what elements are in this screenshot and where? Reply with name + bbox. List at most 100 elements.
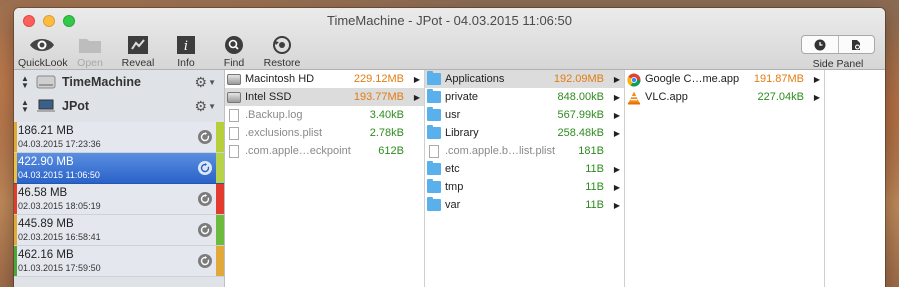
open-label: Open: [77, 57, 103, 69]
disclosure-arrow-icon: ▶: [613, 200, 620, 210]
item-size: 193.77MB: [353, 91, 404, 103]
snapshot-left-indicator: [14, 215, 17, 245]
snapshot-date: 04.03.2015 17:23:36: [18, 139, 101, 149]
snapshot-item[interactable]: 462.16 MB 01.03.2015 17:59:50: [14, 246, 224, 277]
folder-row[interactable]: Google C…me.app 191.87MB ▶: [625, 70, 824, 88]
folder-row[interactable]: Applications 192.09MB ▶: [425, 70, 624, 88]
volume-row-jpot[interactable]: ▲ ▼ JPot ⚙ ▼: [14, 94, 224, 118]
volume-settings-button[interactable]: ⚙ ▼: [195, 98, 216, 115]
item-name: VLC.app: [645, 91, 688, 103]
volume-settings-button[interactable]: ⚙ ▼: [195, 74, 216, 91]
folder-row[interactable]: Library 258.48kB ▶: [425, 124, 624, 142]
restore-snapshot-icon[interactable]: [198, 223, 212, 237]
volume-name: TimeMachine: [62, 75, 141, 89]
item-name: tmp: [445, 181, 464, 193]
finder-icon: [114, 34, 162, 56]
file-icon: [429, 144, 439, 158]
side-panel-history-segment[interactable]: [802, 36, 838, 53]
snapshot-item[interactable]: 445.89 MB 02.03.2015 16:58:41: [14, 215, 224, 246]
volume-row-timemachine[interactable]: ▲ ▼ TimeMachine ⚙ ▼: [14, 70, 224, 94]
laptop-icon: [36, 98, 56, 114]
snapshot-size-bar: [216, 153, 224, 183]
volume-name: JPot: [62, 99, 90, 113]
restore-snapshot-icon[interactable]: [198, 192, 212, 206]
browser-column-1: Macintosh HD 229.12MB ▶ Intel SSD 193.77MB ▶.…: [225, 70, 425, 287]
gear-icon: ⚙: [194, 98, 208, 114]
folder-row[interactable]: private 848.00kB ▶: [425, 88, 624, 106]
browser-content: ▲ ▼ TimeMachine ⚙ ▼ ▲ ▼ JPot ⚙ ▼ 186.21 …: [14, 70, 885, 287]
quicklook-label: QuickLook: [18, 57, 68, 69]
reveal-button[interactable]: Reveal: [114, 34, 162, 69]
item-size: 11B: [585, 199, 604, 211]
item-size: 227.04kB: [757, 91, 804, 103]
snapshot-size-bar: [216, 246, 224, 276]
browser-column-3: Google C…me.app 191.87MB ▶ VLC.app 227.04kB ▶: [625, 70, 825, 287]
disclosure-arrow-icon: ▶: [813, 92, 820, 102]
find-label: Find: [223, 57, 245, 69]
updown-icon[interactable]: ▲ ▼: [20, 75, 30, 90]
info-label: Info: [177, 57, 195, 69]
disclosure-arrow-icon: ▶: [613, 110, 620, 120]
snapshot-date: 02.03.2015 16:58:41: [18, 232, 101, 242]
item-name: .Backup.log: [245, 109, 303, 121]
folder-icon: [427, 161, 441, 175]
item-name: Intel SSD: [245, 91, 292, 103]
file-row[interactable]: .exclusions.plist 2.78kB: [225, 124, 424, 142]
info-button[interactable]: i Info: [162, 34, 210, 69]
restore-snapshot-icon[interactable]: [198, 254, 212, 268]
disclosure-arrow-icon: ▶: [413, 74, 420, 84]
file-row[interactable]: .Backup.log 3.40kB: [225, 106, 424, 124]
folder-row[interactable]: var 11B ▶: [425, 196, 624, 214]
disk-icon: [227, 91, 241, 103]
file-row[interactable]: .com.apple…eckpoint 612B: [225, 142, 424, 160]
restore-snapshot-icon[interactable]: [198, 130, 212, 144]
folder-icon: [427, 179, 441, 193]
item-name: Macintosh HD: [245, 73, 315, 85]
open-button[interactable]: Open: [66, 34, 114, 69]
item-name: var: [445, 199, 461, 211]
chrome-icon: [627, 73, 641, 87]
file-row[interactable]: .com.apple.b…list.plist 181B: [425, 142, 624, 160]
updown-icon[interactable]: ▲ ▼: [20, 99, 30, 114]
disk-icon: [227, 73, 241, 85]
folder-row[interactable]: usr 567.99kB ▶: [425, 106, 624, 124]
item-size: 192.09MB: [553, 73, 604, 85]
vlc-icon: [627, 91, 641, 105]
folder-row[interactable]: VLC.app 227.04kB ▶: [625, 88, 824, 106]
window-title: TimeMachine - JPot - 04.03.2015 11:06:50: [327, 13, 572, 28]
svg-text:i: i: [184, 39, 188, 54]
disclosure-arrow-icon: ▶: [813, 74, 820, 84]
folder-row[interactable]: etc 11B ▶: [425, 160, 624, 178]
restore-icon: [258, 34, 306, 56]
snapshot-item[interactable]: 422.90 MB 04.03.2015 11:06:50: [14, 153, 224, 184]
snapshot-date: 04.03.2015 11:06:50: [18, 170, 100, 180]
sidebar: ▲ ▼ TimeMachine ⚙ ▼ ▲ ▼ JPot ⚙ ▼ 186.21 …: [14, 70, 225, 287]
restore-button[interactable]: Restore: [258, 34, 306, 69]
file-icon: [229, 144, 239, 158]
file-icon: [229, 126, 239, 140]
folder-row[interactable]: tmp 11B ▶: [425, 178, 624, 196]
snapshot-item[interactable]: 186.21 MB 04.03.2015 17:23:36: [14, 122, 224, 153]
folder-icon: [427, 89, 441, 103]
snapshot-size-bar: [216, 215, 224, 245]
item-size: 229.12MB: [353, 73, 404, 85]
snapshot-size-bar: [216, 184, 224, 214]
quicklook-button[interactable]: QuickLook: [18, 34, 68, 69]
folder-icon: [427, 107, 441, 121]
snapshot-size: 422.90 MB: [18, 156, 74, 168]
snapshot-left-indicator: [14, 246, 17, 276]
item-size: 191.87MB: [753, 73, 804, 85]
snapshot-size: 46.58 MB: [18, 187, 68, 199]
snapshot-item[interactable]: 46.58 MB 02.03.2015 18:05:19: [14, 184, 224, 215]
folder-icon: [427, 125, 441, 139]
item-size: 2.78kB: [369, 127, 404, 139]
side-panel-info-segment[interactable]: [837, 36, 875, 53]
restore-snapshot-icon[interactable]: [198, 161, 212, 175]
folder-row[interactable]: Intel SSD 193.77MB ▶: [225, 88, 424, 106]
snapshot-date: 01.03.2015 17:59:50: [18, 263, 101, 273]
find-button[interactable]: Find: [210, 34, 258, 69]
snapshot-size: 445.89 MB: [18, 218, 74, 230]
folder-row[interactable]: Macintosh HD 229.12MB ▶: [225, 70, 424, 88]
disclosure-arrow-icon: ▶: [613, 164, 620, 174]
app-window: TimeMachine - JPot - 04.03.2015 11:06:50…: [14, 8, 885, 287]
